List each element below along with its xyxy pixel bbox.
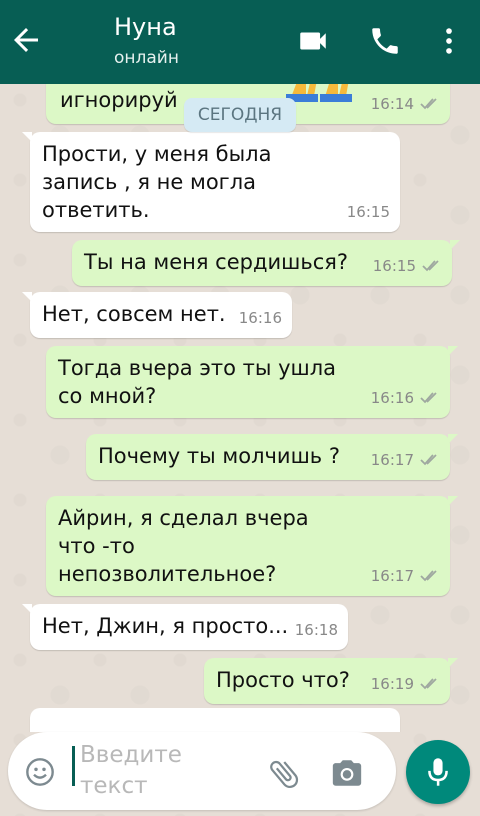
message-bubble[interactable]: Нет, Джин, я просто... 16:18 — [22, 604, 348, 650]
double-check-icon — [420, 392, 437, 404]
camera-icon — [332, 760, 362, 786]
message-bubble[interactable]: Ты на меня сердишься? 16:15 — [72, 240, 460, 286]
chat-header: Нуна онлайн — [0, 0, 480, 84]
message-bubble[interactable]: Айрин, я сделал вчера что -то непозволит… — [46, 496, 458, 596]
message-text: Нет, Джин, я просто... — [42, 614, 289, 638]
back-button[interactable] — [8, 22, 44, 58]
message-input[interactable]: Введите текст — [72, 740, 252, 802]
more-vert-icon — [446, 28, 452, 54]
message-meta: 16:16 — [371, 384, 440, 412]
voice-call-button[interactable] — [368, 24, 402, 58]
message-bubble-partial[interactable] — [30, 708, 400, 732]
double-check-icon — [420, 98, 437, 110]
video-call-button[interactable] — [296, 24, 330, 58]
message-bubble[interactable]: Просто что? 16:19 — [204, 658, 458, 704]
attach-icon — [270, 760, 299, 789]
message-time: 16:15 — [372, 257, 416, 275]
message-meta: 16:18 — [295, 616, 338, 644]
message-meta: 16:17 — [371, 446, 440, 474]
message-time: 16:14 — [370, 95, 414, 113]
message-meta: 16:14 — [371, 90, 440, 118]
message-meta: 16:15 — [347, 198, 390, 226]
message-text: игнорируй — [60, 88, 178, 112]
message-text: Прости, у меня была запись , я не могла … — [42, 142, 272, 222]
date-divider: СЕГОДНЯ — [184, 98, 296, 132]
message-time: 16:15 — [346, 203, 390, 221]
message-list[interactable]: игнорируй 16:14 СЕГОДНЯ Прости, у меня б… — [0, 84, 480, 732]
message-meta: 16:16 — [239, 304, 282, 332]
double-check-icon — [420, 678, 437, 690]
message-input-placeholder: Введите текст — [80, 742, 182, 799]
message-meta: 16:19 — [371, 670, 440, 698]
message-time: 16:17 — [370, 567, 414, 585]
voice-record-button[interactable] — [406, 740, 470, 804]
double-check-icon — [420, 454, 437, 466]
emoji-icon — [26, 758, 54, 786]
praying-hands-emoji — [286, 84, 352, 102]
text-cursor — [72, 746, 75, 786]
video-call-icon — [300, 32, 326, 50]
back-arrow-icon — [14, 28, 38, 52]
emoji-button[interactable] — [24, 756, 56, 788]
message-bubble[interactable]: Тогда вчера это ты ушла со мной? 16:16 — [46, 346, 458, 418]
message-bubble[interactable]: Почему ты молчишь ? 16:17 — [86, 434, 458, 480]
message-bubble[interactable]: Прости, у меня была запись , я не могла … — [22, 132, 400, 232]
message-time: 16:19 — [370, 675, 414, 693]
message-time: 16:18 — [294, 621, 338, 639]
camera-button[interactable] — [330, 756, 364, 790]
message-meta: 16:15 — [373, 252, 442, 280]
message-time: 16:17 — [370, 451, 414, 469]
contact-name: Нуна — [114, 13, 177, 41]
message-bubble[interactable]: Нет, совсем нет. 16:16 — [22, 292, 292, 338]
contact-status: онлайн — [114, 48, 179, 68]
message-composer: Введите текст — [8, 732, 396, 810]
message-meta: 16:17 — [371, 562, 440, 590]
message-time: 16:16 — [370, 389, 414, 407]
double-check-icon — [422, 260, 439, 272]
more-options-button[interactable] — [432, 24, 466, 58]
contact-info[interactable]: Нуна онлайн — [114, 12, 179, 70]
message-time: 16:16 — [238, 309, 282, 327]
mic-icon — [428, 758, 448, 786]
double-check-icon — [420, 570, 437, 582]
phone-icon — [372, 28, 398, 54]
attach-button[interactable] — [266, 756, 302, 792]
